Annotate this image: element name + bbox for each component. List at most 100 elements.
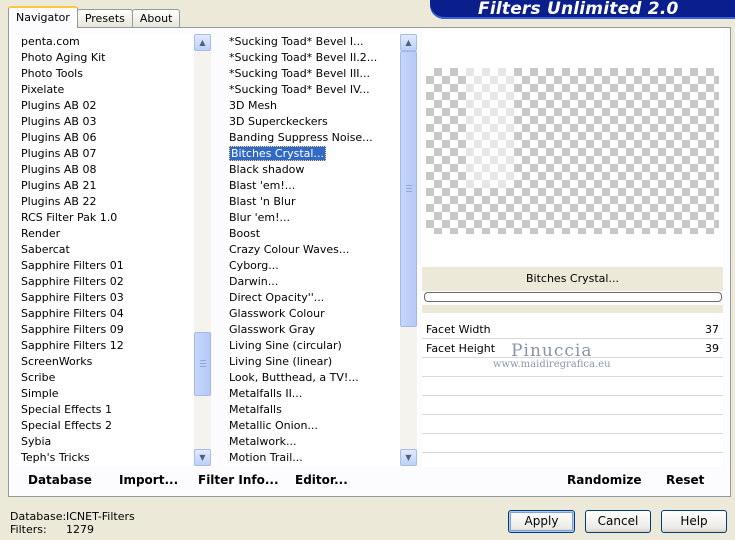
- category-list-item[interactable]: Special Effects 1: [17, 402, 198, 418]
- category-list-item[interactable]: Sapphire Filters 01: [17, 258, 198, 274]
- category-list-item[interactable]: Sybia: [17, 434, 198, 450]
- category-list-item[interactable]: Plugins AB 22: [17, 194, 198, 210]
- category-list-item[interactable]: Special Effects 2: [17, 418, 198, 434]
- param-value: 37: [705, 323, 719, 336]
- category-list-item[interactable]: ScreenWorks: [17, 354, 198, 370]
- filter-list-item[interactable]: Banding Suppress Noise...: [225, 130, 401, 146]
- tab-about[interactable]: About: [131, 9, 181, 28]
- tab-bar: Navigator Presets About: [8, 6, 181, 28]
- database-value: ICNET-Filters: [66, 510, 135, 523]
- category-list-item[interactable]: Pixelate: [17, 82, 198, 98]
- navigator-panel: penta.com Photo Aging Kit Photo Tools Pixel…: [8, 27, 731, 497]
- watermark-url: www.maidiregrafica.eu: [493, 359, 611, 370]
- category-list-item[interactable]: penta.com: [17, 34, 198, 50]
- category-list-item[interactable]: Plugins AB 02: [17, 98, 198, 114]
- filter-list-item[interactable]: Bitches Crystal...: [225, 146, 401, 162]
- category-list-item[interactable]: Sabercat: [17, 242, 198, 258]
- watermark: Pinuccia www.maidiregrafica.eu: [493, 341, 611, 370]
- category-list[interactable]: penta.com Photo Aging Kit Photo Tools Pixel…: [17, 34, 198, 466]
- filter-list-item[interactable]: Blast 'em!...: [225, 178, 401, 194]
- filter-list-item[interactable]: Blur 'em!...: [225, 210, 401, 226]
- filter-list-item[interactable]: Metalfalls: [225, 402, 401, 418]
- filter-list[interactable]: *Sucking Toad* Bevel I... *Sucking Toad* …: [225, 34, 401, 466]
- filter-info-button[interactable]: Filter Info...: [198, 473, 279, 487]
- category-list-item[interactable]: Scribe: [17, 370, 198, 386]
- category-list-item[interactable]: Sapphire Filters 02: [17, 274, 198, 290]
- category-list-item[interactable]: Plugins AB 07: [17, 146, 198, 162]
- cancel-button[interactable]: Cancel: [585, 510, 651, 533]
- category-scrollbar[interactable]: ▲ ▼: [194, 34, 211, 466]
- param-empty-row: [422, 416, 723, 434]
- database-label: Database:: [10, 510, 67, 523]
- category-list-item[interactable]: Photo Aging Kit: [17, 50, 198, 66]
- filter-list-item[interactable]: Direct Opacity''...: [225, 290, 401, 306]
- editor-button[interactable]: Editor...: [295, 473, 348, 487]
- database-button[interactable]: Database: [28, 473, 92, 487]
- category-list-item[interactable]: Sapphire Filters 03: [17, 290, 198, 306]
- category-list-item[interactable]: Plugins AB 06: [17, 130, 198, 146]
- category-scroll-thumb[interactable]: [194, 332, 211, 396]
- help-button[interactable]: Help: [661, 510, 727, 533]
- param-empty-row: [422, 397, 723, 415]
- param-label: Facet Width: [426, 323, 491, 336]
- filter-list-item[interactable]: Motion Trail...: [225, 450, 401, 466]
- category-list-item[interactable]: Sapphire Filters 04: [17, 306, 198, 322]
- apply-button[interactable]: Apply: [508, 510, 575, 533]
- chevron-up-icon[interactable]: ▲: [194, 34, 211, 51]
- selected-filter-name: Bitches Crystal...: [422, 267, 723, 291]
- param-empty-row: [422, 435, 723, 453]
- param-facet-width[interactable]: Facet Width 37: [422, 321, 723, 339]
- filter-list-item[interactable]: 3D Superckeckers: [225, 114, 401, 130]
- filter-list-item[interactable]: Look, Butthead, a TV!...: [225, 370, 401, 386]
- chevron-down-icon[interactable]: ▼: [400, 449, 417, 466]
- category-list-item[interactable]: Teph's Tricks: [17, 450, 198, 466]
- filter-list-item[interactable]: Metalfalls II...: [225, 386, 401, 402]
- filter-list-item[interactable]: *Sucking Toad* Bevel III...: [225, 66, 401, 82]
- database-info: Database:ICNET-Filters Filters: 1279: [10, 510, 135, 536]
- category-list-item[interactable]: Plugins AB 08: [17, 162, 198, 178]
- filter-scrollbar[interactable]: ▲ ▼: [400, 34, 417, 466]
- param-label: Facet Height: [426, 342, 496, 355]
- chevron-down-icon[interactable]: ▼: [194, 449, 211, 466]
- chevron-up-icon[interactable]: ▲: [400, 34, 417, 51]
- import-button[interactable]: Import...: [119, 473, 178, 487]
- filter-list-item[interactable]: Boost: [225, 226, 401, 242]
- category-list-item[interactable]: Sapphire Filters 12: [17, 338, 198, 354]
- category-list-item[interactable]: Plugins AB 21: [17, 178, 198, 194]
- filter-list-item[interactable]: 3D Mesh: [225, 98, 401, 114]
- filters-label: Filters:: [10, 523, 47, 536]
- reset-button[interactable]: Reset: [666, 473, 704, 487]
- category-list-item[interactable]: Photo Tools: [17, 66, 198, 82]
- filters-count: 1279: [66, 523, 94, 536]
- filter-list-item[interactable]: Glasswork Gray: [225, 322, 401, 338]
- filter-list-item[interactable]: Cyborg...: [225, 258, 401, 274]
- tab-navigator[interactable]: Navigator: [8, 6, 78, 28]
- category-list-item[interactable]: Render: [17, 226, 198, 242]
- param-value: 39: [705, 342, 719, 355]
- filter-list-item[interactable]: *Sucking Toad* Bevel IV...: [225, 82, 401, 98]
- tab-presets[interactable]: Presets: [76, 9, 133, 28]
- filter-list-item[interactable]: Living Sine (linear): [225, 354, 401, 370]
- filter-list-item[interactable]: *Sucking Toad* Bevel II.2...: [225, 50, 401, 66]
- filter-scroll-thumb[interactable]: [400, 51, 417, 327]
- app-banner-title: Filters Unlimited 2.0: [430, 0, 735, 19]
- filter-list-item[interactable]: *Sucking Toad* Bevel I...: [225, 34, 401, 50]
- filter-list-item[interactable]: Metallic Onion...: [225, 418, 401, 434]
- filter-list-item[interactable]: Metalwork...: [225, 434, 401, 450]
- parameter-panel: Facet Width 37 Facet Height 39: [422, 305, 723, 467]
- filter-list-item[interactable]: Glasswork Colour: [225, 306, 401, 322]
- category-list-item[interactable]: Simple: [17, 386, 198, 402]
- randomize-button[interactable]: Randomize: [567, 473, 641, 487]
- filter-list-item[interactable]: Darwin...: [225, 274, 401, 290]
- filter-list-item[interactable]: Crazy Colour Waves...: [225, 242, 401, 258]
- filter-list-item[interactable]: Living Sine (circular): [225, 338, 401, 354]
- category-list-item[interactable]: Plugins AB 03: [17, 114, 198, 130]
- category-list-item[interactable]: Sapphire Filters 09: [17, 322, 198, 338]
- preview-image: [426, 68, 719, 234]
- progress-bar: [424, 292, 722, 302]
- filter-list-item[interactable]: Black shadow: [225, 162, 401, 178]
- param-empty-row: [422, 378, 723, 396]
- watermark-name: Pinuccia: [511, 341, 593, 361]
- category-list-item[interactable]: RCS Filter Pak 1.0: [17, 210, 198, 226]
- filter-list-item[interactable]: Blast 'n Blur: [225, 194, 401, 210]
